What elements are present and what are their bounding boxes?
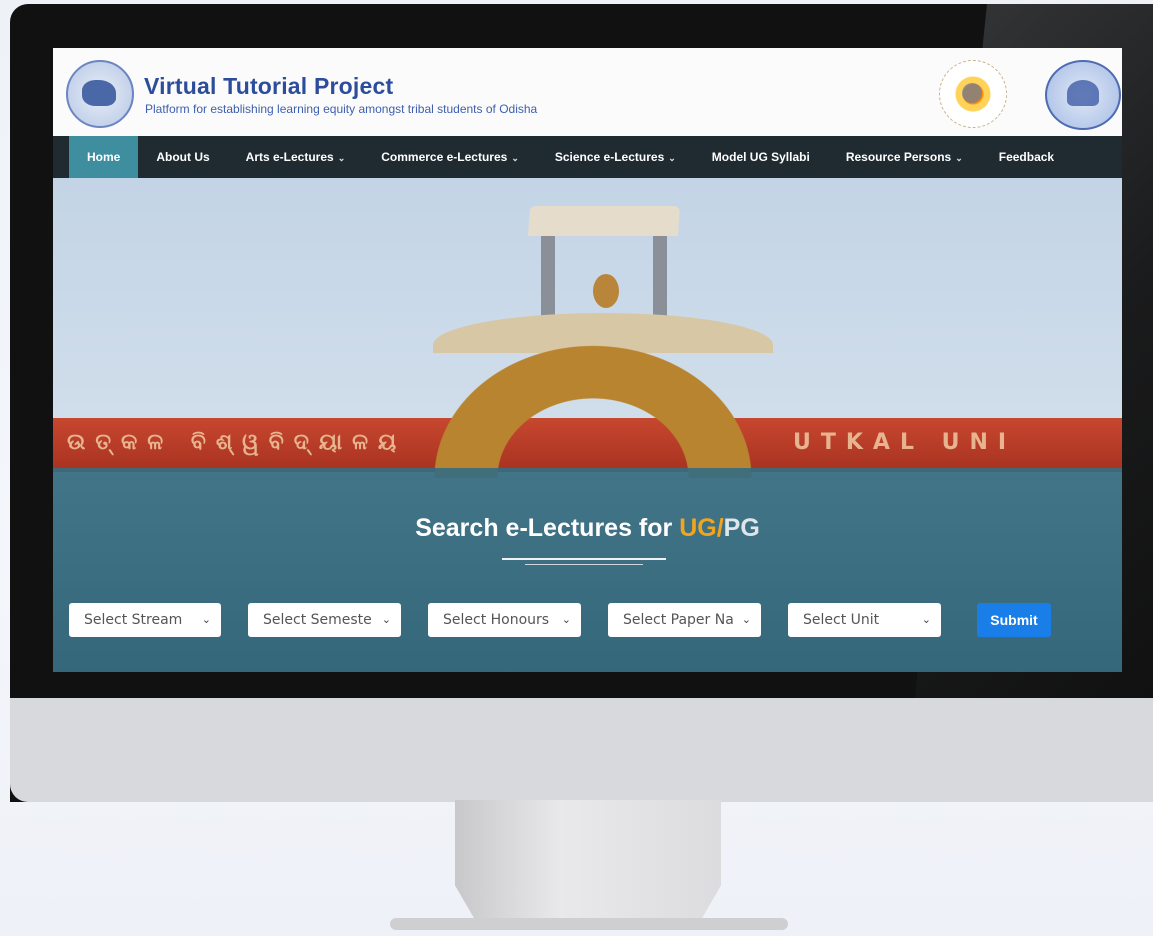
arch-finial bbox=[593, 274, 619, 308]
chevron-down-icon: ⌄ bbox=[561, 613, 571, 626]
chevron-down-icon: ⌄ bbox=[741, 613, 751, 626]
select-paper-value: Select Paper Na bbox=[623, 612, 734, 628]
wall-text-odia: ଉତ୍କଳ ବିଶ୍ୱବିଦ୍ୟାଳୟ bbox=[67, 430, 407, 455]
chevron-down-icon: ⌄ bbox=[955, 153, 963, 163]
select-stream-value: Select Stream bbox=[84, 612, 183, 628]
chevron-down-icon: ⌄ bbox=[921, 613, 931, 626]
select-honours-value: Select Honours bbox=[443, 612, 550, 628]
site-header: Virtual Tutorial Project Platform for es… bbox=[53, 48, 1122, 136]
wall-text-english: UTKAL UNI bbox=[793, 430, 1017, 455]
search-heading: Search e-Lectures for UG/PG bbox=[53, 514, 1122, 543]
university-arch bbox=[413, 328, 773, 478]
chevron-down-icon: ⌄ bbox=[668, 153, 676, 163]
arch-pillar bbox=[653, 236, 667, 316]
nav-home[interactable]: Home bbox=[69, 136, 139, 178]
select-honours[interactable]: Select Honours ⌄ bbox=[428, 603, 581, 637]
nav-commerce-label: Commerce e-Lectures bbox=[381, 150, 508, 164]
nav-model-ug-label: Model UG Syllabi bbox=[711, 150, 810, 164]
select-unit-value: Select Unit bbox=[803, 612, 880, 628]
heading-divider-secondary bbox=[525, 564, 643, 565]
monitor-stand-base bbox=[390, 918, 788, 930]
nav-arts-label: Arts e-Lectures bbox=[245, 150, 334, 164]
hero-banner: ଉତ୍କଳ ବିଶ୍ୱବିଦ୍ୟାଳୟ UTKAL UNI Search e-L… bbox=[53, 178, 1122, 672]
monitor-stand bbox=[455, 800, 721, 922]
utkal-university-logo bbox=[1045, 60, 1121, 130]
nav-science-e-lectures[interactable]: Science e-Lectures ⌄ bbox=[537, 136, 694, 178]
nav-about-us[interactable]: About Us bbox=[138, 136, 227, 178]
submit-button[interactable]: Submit bbox=[977, 603, 1051, 637]
arch-pillar bbox=[541, 236, 555, 316]
select-semester[interactable]: Select Semeste ⌄ bbox=[248, 603, 401, 637]
nav-science-label: Science e-Lectures bbox=[554, 150, 665, 164]
nav-arts-e-lectures[interactable]: Arts e-Lectures ⌄ bbox=[228, 136, 364, 178]
nav-commerce-e-lectures[interactable]: Commerce e-Lectures ⌄ bbox=[363, 136, 537, 178]
select-unit[interactable]: Select Unit ⌄ bbox=[788, 603, 941, 637]
nav-resource-persons[interactable]: Resource Persons ⌄ bbox=[828, 136, 981, 178]
search-panel: Search e-Lectures for UG/PG Select Strea… bbox=[53, 468, 1122, 672]
chevron-down-icon: ⌄ bbox=[511, 153, 519, 163]
arch-canopy bbox=[527, 206, 681, 236]
nav-about-us-label: About Us bbox=[156, 150, 210, 164]
select-paper-name[interactable]: Select Paper Na ⌄ bbox=[608, 603, 761, 637]
select-stream[interactable]: Select Stream ⌄ bbox=[69, 603, 221, 637]
odisha-emblem-logo[interactable] bbox=[66, 60, 134, 128]
chevron-down-icon: ⌄ bbox=[201, 613, 211, 626]
chevron-down-icon: ⌄ bbox=[381, 613, 391, 626]
browser-screen: Virtual Tutorial Project Platform for es… bbox=[53, 48, 1122, 672]
monitor-frame: Virtual Tutorial Project Platform for es… bbox=[10, 4, 1153, 802]
nav-model-ug-syllabi[interactable]: Model UG Syllabi bbox=[694, 136, 828, 178]
search-heading-ug: UG/ bbox=[679, 514, 724, 542]
search-heading-pg: PG bbox=[723, 514, 760, 542]
site-title[interactable]: Virtual Tutorial Project bbox=[144, 73, 393, 100]
site-subtitle: Platform for establishing learning equit… bbox=[145, 102, 538, 116]
higher-education-logo bbox=[939, 60, 1007, 128]
select-semester-value: Select Semeste bbox=[263, 612, 372, 628]
heading-divider bbox=[502, 558, 666, 560]
nav-home-label: Home bbox=[87, 150, 121, 164]
main-navbar: Home About Us Arts e-Lectures ⌄ Commerce … bbox=[53, 136, 1122, 178]
monitor-chin bbox=[10, 698, 1153, 802]
search-heading-prefix: Search e-Lectures for bbox=[415, 514, 680, 542]
chevron-down-icon: ⌄ bbox=[337, 153, 346, 163]
nav-resource-label: Resource Persons bbox=[845, 150, 952, 164]
nav-feedback[interactable]: Feedback bbox=[981, 136, 1072, 178]
nav-feedback-label: Feedback bbox=[998, 150, 1055, 164]
